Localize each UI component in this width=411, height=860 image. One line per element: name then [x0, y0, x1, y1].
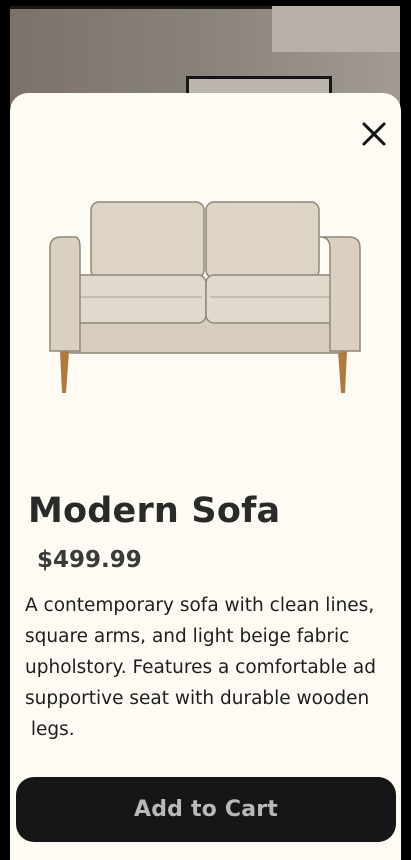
add-to-cart-button[interactable]: Add to Cart — [16, 777, 396, 842]
product-price: $499.99 — [37, 547, 142, 573]
background-room-scene — [10, 6, 400, 106]
add-to-cart-label: Add to Cart — [133, 797, 279, 822]
background-wall-panel — [272, 6, 400, 52]
sofa-image — [49, 201, 361, 443]
app-screen: Modern Sofa $499.99 A contemporary sofa … — [0, 0, 411, 860]
product-title: Modern Sofa — [28, 491, 281, 531]
product-detail-sheet: Modern Sofa $499.99 A contemporary sofa … — [10, 93, 401, 860]
product-description: A contemporary sofa with clean lines, sq… — [25, 595, 376, 740]
product-image — [45, 193, 365, 443]
background-strip — [10, 6, 272, 9]
close-button[interactable] — [359, 119, 389, 149]
close-icon — [362, 122, 386, 146]
